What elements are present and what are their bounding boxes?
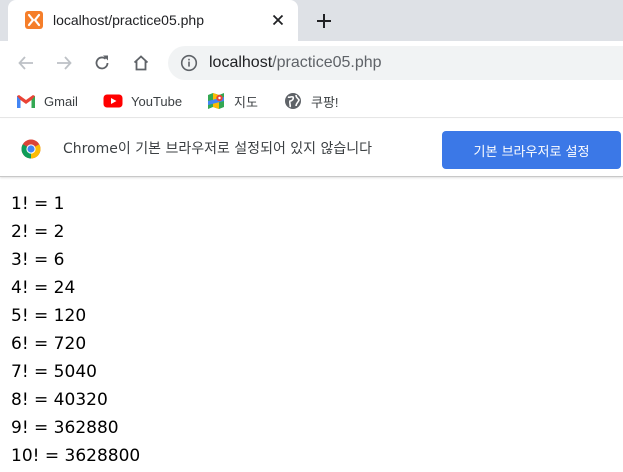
url-host: localhost bbox=[209, 54, 273, 71]
maps-icon bbox=[206, 92, 226, 110]
tab-title: localhost/practice05.php bbox=[53, 12, 204, 28]
factorial-line: 10! = 3628800 bbox=[11, 446, 141, 466]
factorial-line: 8! = 40320 bbox=[11, 390, 108, 410]
factorial-line: 4! = 24 bbox=[11, 278, 76, 298]
youtube-icon bbox=[103, 92, 123, 110]
reload-icon[interactable] bbox=[91, 52, 113, 74]
tab-strip: localhost/practice05.php bbox=[0, 0, 623, 41]
bookmark-label: Gmail bbox=[44, 93, 78, 109]
bookmark-youtube[interactable]: YouTube bbox=[103, 91, 182, 111]
factorial-line: 9! = 362880 bbox=[11, 418, 119, 438]
factorial-line: 3! = 6 bbox=[11, 250, 65, 270]
xampp-favicon-icon bbox=[25, 11, 43, 29]
home-icon[interactable] bbox=[130, 52, 152, 74]
tab-active[interactable]: localhost/practice05.php bbox=[8, 0, 298, 41]
tab-close-icon[interactable] bbox=[270, 12, 286, 28]
infobar-message: Chrome이 기본 브라우저로 설정되어 있지 않습니다 bbox=[63, 141, 373, 157]
bookmark-maps[interactable]: 지도 bbox=[206, 91, 258, 111]
site-info-icon[interactable] bbox=[180, 54, 198, 72]
new-tab-icon[interactable] bbox=[313, 10, 335, 32]
factorial-line: 5! = 120 bbox=[11, 306, 87, 326]
gmail-icon bbox=[16, 92, 36, 110]
address-bar[interactable]: localhost/practice05.php bbox=[168, 46, 623, 80]
bookmark-label: YouTube bbox=[131, 93, 183, 109]
bookmark-label: 지도 bbox=[234, 94, 258, 110]
chrome-logo-icon bbox=[21, 139, 41, 159]
bookmark-coupang[interactable]: 쿠팡! bbox=[283, 91, 339, 111]
bookmark-gmail[interactable]: Gmail bbox=[16, 91, 78, 111]
set-default-browser-button[interactable]: 기본 브라우저로 설정 bbox=[442, 131, 621, 169]
default-browser-infobar: Chrome이 기본 브라우저로 설정되어 있지 않습니다 기본 브라우저로 설… bbox=[0, 119, 623, 177]
page-content: 1! = 1 2! = 2 3! = 6 4! = 24 5! = 120 6!… bbox=[11, 190, 611, 470]
url-path: /practice05.php bbox=[272, 54, 382, 71]
forward-icon[interactable] bbox=[53, 52, 75, 74]
url-text: localhost/practice05.php bbox=[209, 54, 382, 72]
factorial-line: 2! = 2 bbox=[11, 222, 65, 242]
bookmark-label: 쿠팡! bbox=[311, 94, 339, 110]
factorial-line: 7! = 5040 bbox=[11, 362, 97, 382]
factorial-line: 6! = 720 bbox=[11, 334, 87, 354]
bookmarks-bar: Gmail YouTube 지도 쿠팡! bbox=[0, 85, 623, 118]
back-icon[interactable] bbox=[15, 52, 37, 74]
globe-icon bbox=[283, 92, 303, 110]
factorial-line: 1! = 1 bbox=[11, 194, 65, 214]
browser-toolbar: localhost/practice05.php bbox=[0, 41, 623, 85]
